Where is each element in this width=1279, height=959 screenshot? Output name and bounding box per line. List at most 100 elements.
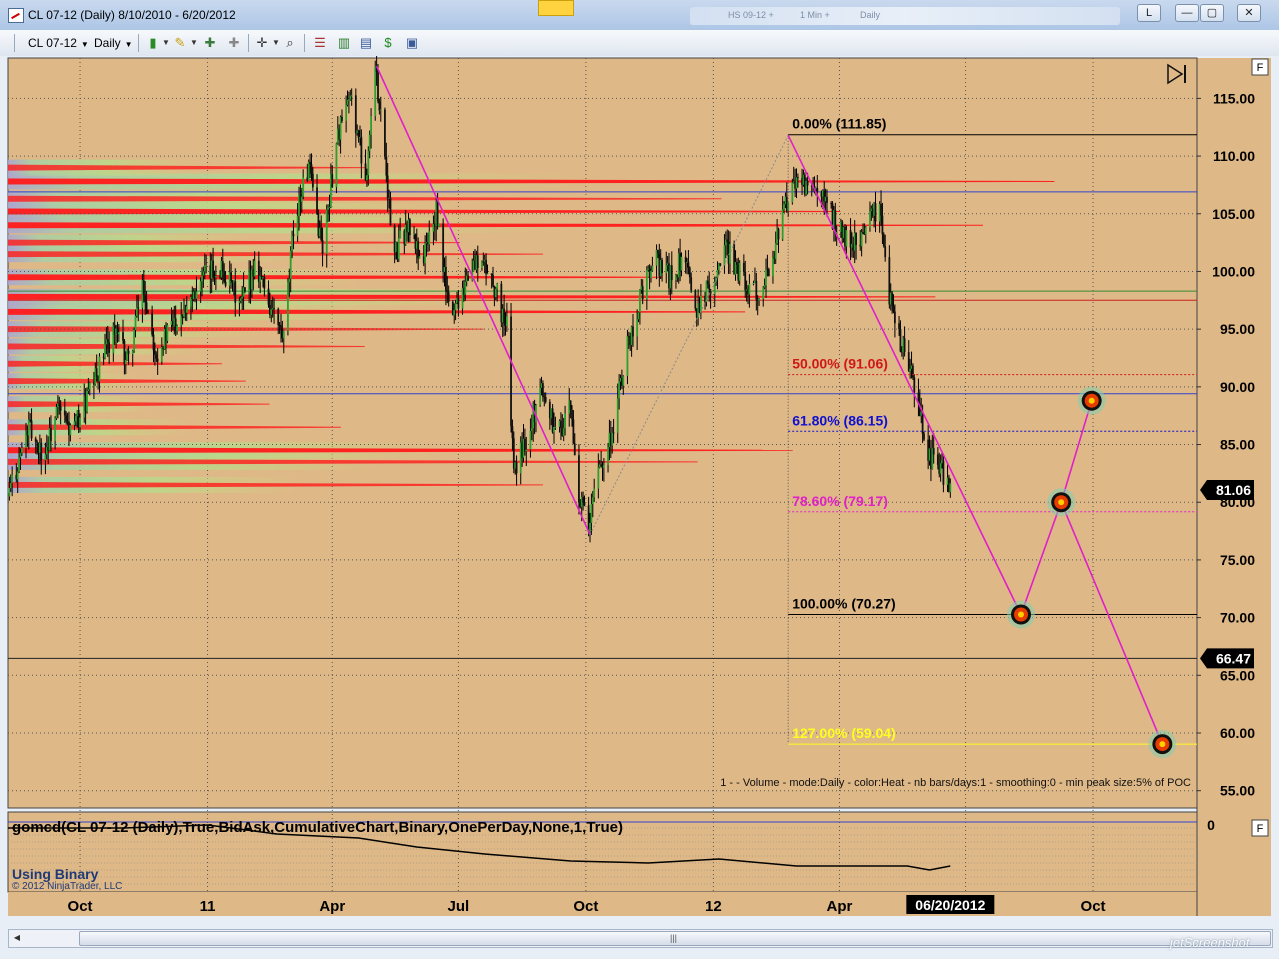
candle-body bbox=[54, 418, 57, 441]
drawing-tool-icon[interactable]: ✚ bbox=[226, 35, 242, 50]
minimize-button[interactable]: — bbox=[1175, 4, 1199, 22]
candle-body bbox=[525, 449, 528, 452]
candle-body bbox=[464, 281, 467, 295]
blurred-tab-1[interactable]: HS 09-12 + bbox=[728, 10, 774, 20]
x-tick-label: 12 bbox=[705, 898, 722, 915]
candle-body bbox=[639, 289, 641, 313]
blurred-tab-2[interactable]: 1 Min + bbox=[800, 10, 830, 20]
application-window: CL 07-12 (Daily) 8/10/2010 - 6/20/2012 H… bbox=[0, 0, 1279, 959]
candle-body bbox=[874, 203, 877, 222]
scroll-left-arrow-icon[interactable]: ◀ bbox=[10, 931, 24, 945]
instrument-selector[interactable]: CL 07-12 ▼ bbox=[28, 36, 89, 50]
candle-body bbox=[907, 352, 910, 372]
window-title: CL 07-12 (Daily) 8/10/2010 - 6/20/2012 bbox=[28, 8, 236, 22]
candle-body bbox=[311, 173, 314, 188]
candle-body bbox=[748, 283, 751, 295]
candle-body bbox=[447, 292, 450, 302]
candle-body bbox=[708, 284, 711, 290]
candle-body bbox=[270, 309, 273, 315]
candle-body bbox=[650, 270, 652, 279]
strategies-icon[interactable]: ▤ bbox=[358, 35, 374, 50]
toolbar-separator bbox=[304, 34, 305, 52]
scroll-thumb[interactable]: ||| bbox=[79, 931, 1271, 946]
candle-body bbox=[860, 232, 863, 247]
volume-profile-caption: 1 - - Volume - mode:Daily - color:Heat -… bbox=[720, 777, 1191, 789]
chevron-down-icon[interactable]: ▼ bbox=[186, 35, 202, 50]
candle-body bbox=[942, 460, 945, 485]
candle-body bbox=[923, 433, 925, 440]
candle-body bbox=[214, 276, 217, 278]
blurred-window-tabs[interactable]: HS 09-12 + 1 Min + Daily bbox=[690, 7, 1120, 25]
candle-body bbox=[348, 99, 350, 101]
yellow-tab-indicator[interactable] bbox=[538, 0, 574, 16]
y-tick-label: 90.00 bbox=[1220, 379, 1255, 395]
candle-body bbox=[86, 391, 88, 412]
indicators-icon[interactable]: ▥ bbox=[336, 35, 352, 50]
candle-body bbox=[492, 274, 494, 286]
candle-body bbox=[436, 201, 439, 227]
candle-body bbox=[316, 187, 318, 214]
candle-body bbox=[273, 308, 275, 310]
candle-body bbox=[777, 228, 780, 240]
candle-body bbox=[898, 323, 900, 330]
candle-body bbox=[176, 325, 178, 331]
horizontal-scrollbar[interactable]: ◀ ||| bbox=[8, 929, 1273, 948]
candle-body bbox=[511, 426, 514, 439]
fib-level-label: 78.60% (79.17) bbox=[792, 493, 888, 509]
candle-body bbox=[763, 285, 766, 288]
candle-body bbox=[616, 398, 619, 433]
candle-body bbox=[670, 265, 673, 281]
candle-body bbox=[98, 356, 101, 382]
candle-body bbox=[75, 416, 77, 422]
panel-float-label: F bbox=[1257, 823, 1264, 835]
candle-body bbox=[912, 365, 914, 378]
candle-body bbox=[386, 175, 389, 199]
candle-body bbox=[892, 305, 895, 312]
candle-body bbox=[494, 288, 497, 298]
candle-body bbox=[602, 464, 605, 469]
candle-body bbox=[582, 496, 584, 503]
candle-body bbox=[657, 249, 659, 254]
candle-body bbox=[377, 71, 379, 102]
close-button[interactable]: ✕ bbox=[1237, 4, 1261, 22]
candle-body bbox=[882, 234, 885, 247]
candle-body bbox=[665, 265, 668, 274]
candle-body bbox=[280, 325, 282, 329]
candle-body bbox=[622, 376, 625, 386]
candle-body bbox=[762, 287, 765, 299]
candle-body bbox=[428, 231, 431, 245]
price-chart[interactable]: 0.00% (111.85) 50.00% (91.06) 61.80% (86.1… bbox=[0, 56, 1279, 929]
candle-body bbox=[65, 415, 68, 422]
candle-body bbox=[418, 256, 421, 259]
period-selector[interactable]: Daily ▼ bbox=[94, 36, 133, 50]
candle-body bbox=[485, 259, 487, 275]
candle-body bbox=[936, 454, 939, 465]
link-button[interactable]: L bbox=[1137, 4, 1161, 22]
candle-body bbox=[135, 307, 138, 316]
indicator-zero-label: 0 bbox=[1207, 817, 1215, 833]
properties-icon[interactable]: ☰ bbox=[312, 35, 328, 50]
candle-body bbox=[50, 428, 52, 441]
candle-body bbox=[690, 277, 693, 291]
candle-body bbox=[95, 368, 98, 377]
candle-body bbox=[203, 265, 206, 272]
chevron-down-icon: ▼ bbox=[80, 40, 89, 49]
data-box-icon[interactable]: ▣ bbox=[404, 35, 420, 50]
maximize-button[interactable]: ▢ bbox=[1200, 4, 1224, 22]
candle-body bbox=[467, 275, 469, 281]
crosshair-plus-icon[interactable]: ✚ bbox=[202, 35, 218, 50]
candle-body bbox=[781, 209, 784, 240]
zoom-icon[interactable]: ⌕ bbox=[282, 35, 298, 50]
fib-level-label: 100.00% (70.27) bbox=[792, 596, 896, 612]
candle-body bbox=[446, 290, 449, 293]
candle-body bbox=[360, 136, 363, 164]
dollar-icon[interactable]: $ bbox=[380, 35, 396, 50]
blurred-tab-3[interactable]: Daily bbox=[860, 10, 880, 20]
x-tick-label: Apr bbox=[319, 898, 345, 915]
candle-body bbox=[719, 263, 722, 266]
candle-body bbox=[542, 383, 544, 397]
candle-body bbox=[939, 463, 942, 474]
candle-body bbox=[626, 335, 629, 377]
candle-body bbox=[591, 497, 594, 505]
candle-body bbox=[370, 116, 372, 135]
